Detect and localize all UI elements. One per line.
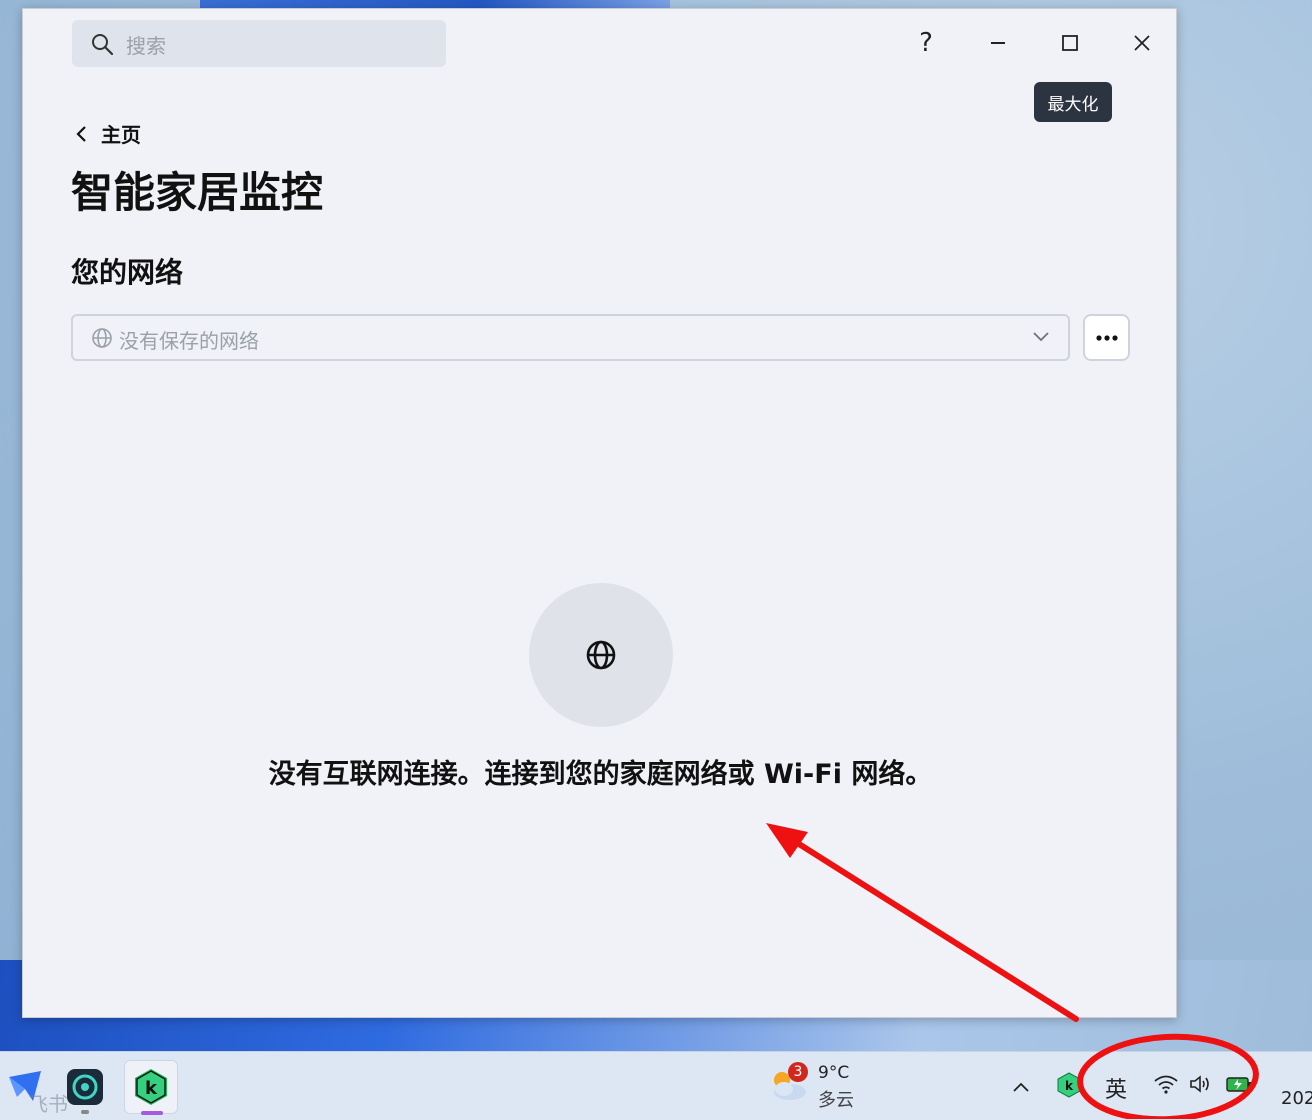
- more-icon: [1095, 334, 1118, 341]
- close-icon: [1134, 35, 1150, 51]
- weather-temp: 9°C: [818, 1063, 850, 1083]
- taskbar-app-vpn[interactable]: [58, 1060, 112, 1114]
- volume-icon: [1190, 1075, 1209, 1093]
- network-dropdown[interactable]: 没有保存的网络: [71, 314, 1070, 361]
- chevron-up-icon: [1013, 1082, 1029, 1092]
- maximize-icon: [1062, 35, 1078, 51]
- maximize-button[interactable]: [1050, 25, 1090, 61]
- help-button[interactable]: ?: [906, 25, 946, 61]
- battery-button[interactable]: [1226, 1074, 1252, 1099]
- more-options-button[interactable]: [1083, 314, 1130, 361]
- volume-button[interactable]: [1189, 1074, 1213, 1100]
- minimize-button[interactable]: [978, 25, 1018, 61]
- clock-partial[interactable]: 202: [1281, 1088, 1312, 1109]
- search-box[interactable]: 搜索: [72, 20, 446, 67]
- wifi-icon: [1154, 1075, 1178, 1094]
- svg-text:k: k: [1065, 1079, 1074, 1093]
- maximize-tooltip: 最大化: [1034, 82, 1112, 122]
- section-title: 您的网络: [71, 256, 184, 289]
- tray-kaspersky[interactable]: k: [1057, 1072, 1081, 1104]
- chevron-down-icon: [1033, 332, 1049, 342]
- no-connection-illustration: [529, 583, 673, 727]
- svg-text:k: k: [145, 1078, 158, 1099]
- weather-condition: 多云: [818, 1090, 854, 1111]
- back-link[interactable]: 主页: [75, 119, 141, 148]
- tray-overflow-button[interactable]: [1012, 1074, 1030, 1099]
- wifi-button[interactable]: [1153, 1074, 1179, 1100]
- running-indicator: [81, 1110, 89, 1114]
- ime-indicator[interactable]: 英: [1105, 1072, 1127, 1104]
- page-title: 智能家居监控: [71, 168, 324, 217]
- active-indicator: [141, 1111, 163, 1115]
- help-label: ?: [919, 28, 933, 58]
- breadcrumb-label: 主页: [101, 123, 141, 147]
- kaspersky-icon: k: [1057, 1072, 1081, 1098]
- kaspersky-icon: k: [135, 1069, 167, 1105]
- taskbar-app-feishu[interactable]: 飞书: [0, 1060, 68, 1116]
- network-dropdown-value: 没有保存的网络: [119, 329, 259, 353]
- taskbar-app-kaspersky[interactable]: k: [124, 1060, 178, 1115]
- search-icon: [92, 34, 114, 56]
- battery-charging-icon: [1226, 1077, 1251, 1092]
- chevron-left-icon: [76, 125, 86, 142]
- vpn-icon: [67, 1069, 103, 1105]
- globe-icon: [92, 328, 112, 348]
- search-placeholder: 搜索: [126, 34, 166, 58]
- globe-icon: [586, 640, 616, 670]
- weather-badge: 3: [788, 1062, 808, 1082]
- taskbar: 飞书 k 3 9°C 多云 k 英 202: [0, 1051, 1312, 1120]
- close-button[interactable]: [1122, 25, 1162, 61]
- empty-state-message: 没有互联网连接。连接到您的家庭网络或 Wi-Fi 网络。: [268, 759, 933, 790]
- app-window: 搜索 ? 最大化 主页 智能家居监控 您的网络 没有保存的网络 没有互联网连接。…: [22, 8, 1177, 1018]
- minimize-icon: [991, 42, 1005, 44]
